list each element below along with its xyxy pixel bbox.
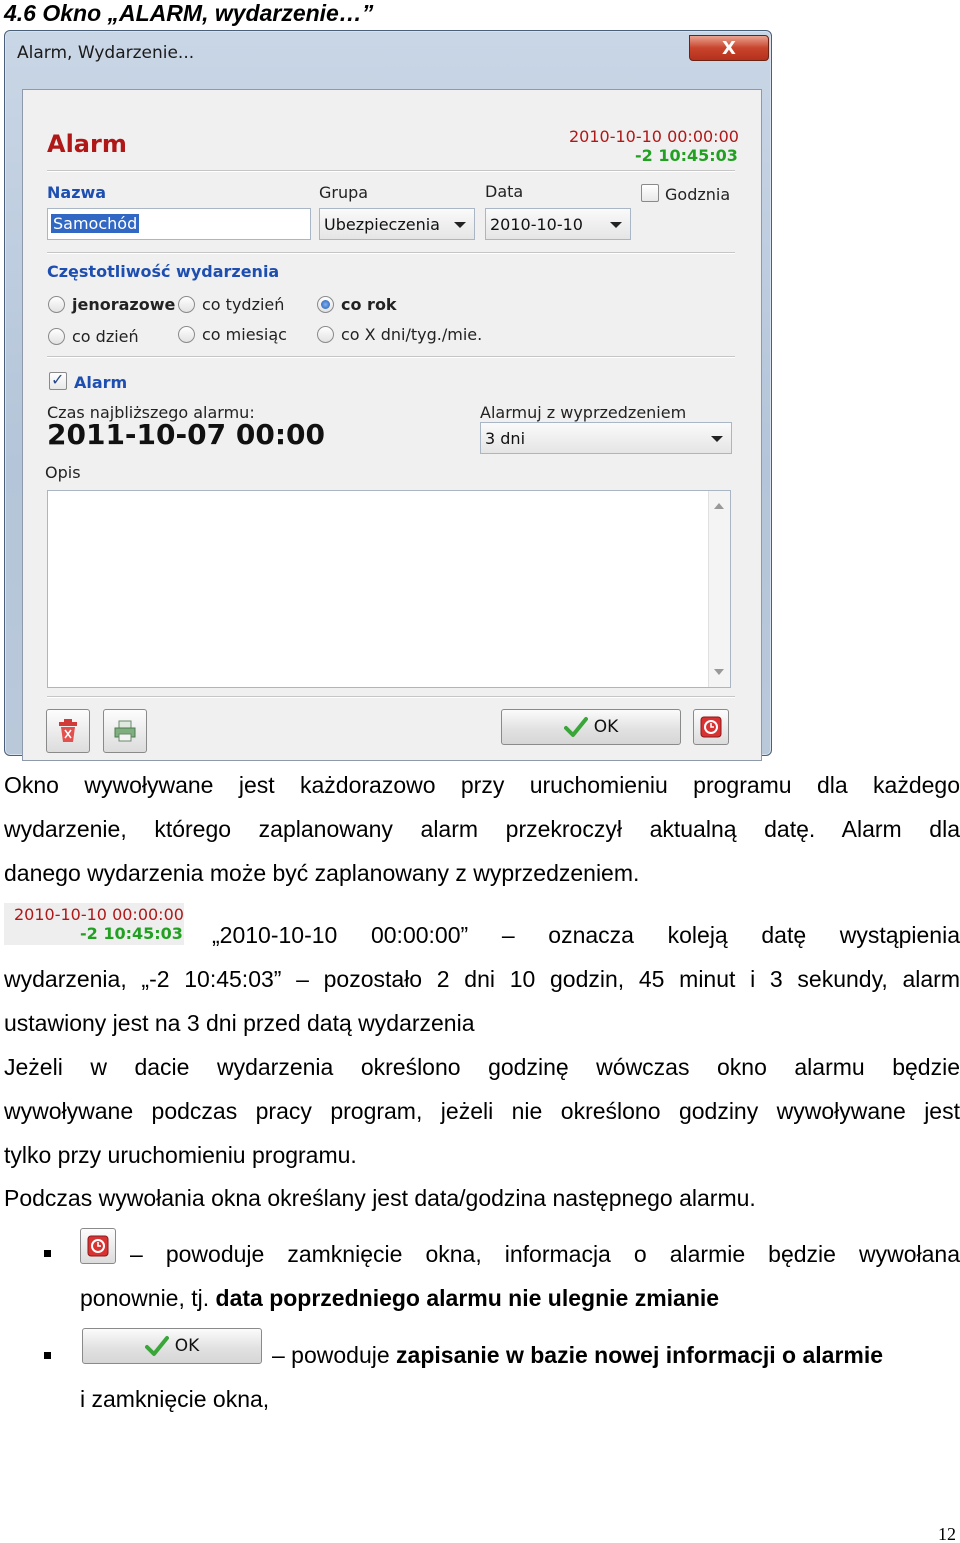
printer-icon (114, 720, 136, 742)
paragraph-2-line-1: „2010-10-10 00:00:00” – oznacza koleją d… (212, 922, 960, 948)
trash-icon (59, 719, 77, 742)
paragraph-1-line-2: wydarzenie, którego zaplanowany alarm pr… (4, 816, 960, 842)
alarm-checkbox[interactable] (49, 370, 67, 390)
window-client: Alarm 2010-10-10 00:00:00 -2 10:45:03 Na… (22, 89, 762, 761)
delete-button[interactable] (46, 709, 90, 753)
bullet-2-line-2: i zamknięcie okna, (80, 1386, 270, 1412)
alarm-clock-icon (700, 716, 722, 738)
bullet-1-line-1: – powoduje zamknięcie okna, informacja o… (130, 1241, 960, 1267)
hour-checkbox[interactable] (641, 184, 659, 202)
bullet-2-normal-text: – powoduje (272, 1342, 397, 1368)
remaining-time: -2 10:45:03 (635, 146, 738, 165)
alarm-window: Alarm, Wydarzenie... X Alarm 2010-10-10 … (4, 30, 772, 761)
bullet-1-normal-text: ponownie, tj. (80, 1285, 216, 1311)
freq-daily-radio[interactable] (48, 328, 65, 345)
chevron-down-icon (610, 222, 622, 228)
paragraph-1-line-3: danego wydarzenia może być zaplanowany z… (4, 860, 640, 886)
postpone-close-button-illustration (80, 1228, 116, 1264)
dates-snippet: 2010-10-10 00:00:00 -2 10:45:03 (4, 903, 184, 945)
freq-monthly-label: co miesiąc (202, 325, 287, 344)
print-button[interactable] (103, 709, 147, 753)
bullet-marker (44, 1352, 51, 1359)
freq-weekly-radio[interactable] (178, 296, 195, 313)
postpone-close-button[interactable] (693, 709, 729, 745)
scroll-down-icon[interactable] (714, 669, 724, 675)
paragraph-3-line-1: Jeżeli w dacie wydarzenia określono godz… (4, 1054, 960, 1080)
freq-once-label: jenorazowe (72, 295, 176, 314)
chevron-down-icon (454, 222, 466, 228)
bullet-2-line-1: – powoduje zapisanie w bazie nowej infor… (272, 1342, 883, 1369)
snippet-event-datetime: 2010-10-10 00:00:00 (14, 905, 184, 924)
close-button[interactable]: X (689, 35, 769, 61)
group-select-value: Ubezpieczenia (324, 215, 440, 234)
ok-button[interactable]: OK (501, 709, 681, 745)
window-title: Alarm, Wydarzenie... (17, 43, 195, 63)
bullet-marker (44, 1250, 51, 1257)
advance-select-value: 3 dni (485, 429, 526, 448)
snippet-remaining-time: -2 10:45:03 (80, 924, 183, 943)
bullet-2-bold-text: zapisanie w bazie nowej informacji o ala… (396, 1342, 884, 1368)
ok-button-illustration: OK (82, 1328, 262, 1364)
next-alarm-value: 2011-10-07 00:00 (47, 418, 325, 451)
separator (47, 252, 735, 254)
chevron-down-icon (711, 436, 723, 442)
name-input-value: Samochód (51, 214, 140, 233)
paragraph-2-line-2: wydarzenia, „-2 10:45:03” – pozostało 2 … (4, 966, 960, 992)
frequency-label: Częstotliwość wydarzenia (47, 262, 280, 281)
paragraph-3-line-3: tylko przy uruchomieniu programu. (4, 1142, 357, 1168)
alarm-checkbox-label: Alarm (74, 373, 128, 392)
section-heading: 4.6 Okno „ALARM, wydarzenie…” (4, 0, 374, 26)
notes-textarea[interactable] (47, 490, 731, 688)
group-select[interactable]: Ubezpieczenia (319, 208, 475, 240)
scroll-up-icon[interactable] (714, 503, 724, 509)
freq-monthly-radio[interactable] (178, 326, 195, 343)
group-label: Grupa (319, 183, 369, 202)
separator (47, 696, 735, 698)
notes-label: Opis (45, 463, 81, 482)
freq-yearly-label: co rok (341, 295, 397, 314)
ok-button-label: OK (593, 717, 619, 737)
paragraph-2-line-3: ustawiony jest na 3 dni przed datą wydar… (4, 1010, 475, 1036)
freq-daily-label: co dzień (72, 327, 139, 346)
separator (47, 170, 735, 172)
freq-yearly-radio[interactable] (317, 296, 334, 313)
date-picker[interactable]: 2010-10-10 (485, 208, 631, 240)
freq-custom-label: co X dni/tyg./mie. (341, 325, 483, 344)
close-icon: X (722, 37, 736, 59)
freq-once-radio[interactable] (48, 296, 65, 313)
paragraph-1-line-1: Okno wywoływane jest każdorazowo przy ur… (4, 772, 960, 798)
bullet-1-line-2: ponownie, tj. data poprzedniego alarmu n… (80, 1285, 719, 1312)
notes-scrollbar[interactable] (708, 491, 730, 687)
hour-checkbox-label: Godznia (665, 185, 731, 204)
paragraph-3-line-2: wywoływane podczas pracy program, jeżeli… (4, 1098, 960, 1124)
alarm-heading: Alarm (47, 130, 127, 158)
freq-custom-radio[interactable] (317, 326, 334, 343)
checkmark-icon (563, 717, 588, 737)
ok-illustration-label: OK (174, 1336, 200, 1356)
checkmark-icon (144, 1336, 169, 1356)
name-input[interactable]: Samochód (47, 208, 311, 240)
event-datetime: 2010-10-10 00:00:00 (569, 127, 739, 146)
bullet-1-bold-text: data poprzedniego alarmu nie ulegnie zmi… (215, 1285, 720, 1311)
date-picker-value: 2010-10-10 (490, 215, 583, 234)
advance-select[interactable]: 3 dni (480, 422, 732, 454)
page-number: 12 (938, 1524, 956, 1543)
alarm-clock-icon (87, 1235, 109, 1257)
date-label: Data (485, 182, 524, 201)
paragraph-4: Podczas wywołania okna określany jest da… (4, 1185, 756, 1211)
freq-weekly-label: co tydzień (202, 295, 285, 314)
name-label: Nazwa (47, 183, 107, 202)
separator (47, 356, 735, 358)
advance-label: Alarmuj z wyprzedzeniem (480, 403, 687, 422)
